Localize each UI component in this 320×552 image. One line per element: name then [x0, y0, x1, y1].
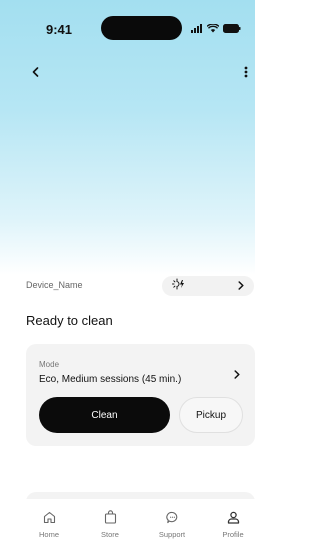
- back-button[interactable]: [28, 64, 42, 80]
- mode-card: Mode Eco, Medium sessions (45 min.) Clea…: [26, 344, 255, 446]
- tab-home-label: Home: [38, 530, 59, 539]
- more-options-button[interactable]: [241, 64, 251, 80]
- shopping-bag-icon: [104, 509, 117, 525]
- mode-select-button[interactable]: [232, 368, 242, 380]
- more-vertical-icon: [244, 66, 248, 78]
- chat-bubble-icon: [165, 509, 179, 525]
- tab-support-label: Support: [158, 530, 186, 539]
- system-icons: [191, 24, 241, 33]
- tab-support[interactable]: Support: [147, 509, 197, 539]
- tab-store[interactable]: Store: [85, 509, 135, 539]
- chevron-left-icon: [32, 67, 38, 77]
- robot-status-text: Ready to clean: [26, 313, 113, 328]
- charging-status-icon: [172, 277, 188, 295]
- device-status-pill[interactable]: [162, 276, 254, 296]
- chevron-right-icon: [238, 277, 244, 295]
- device-row: Device_Name: [26, 276, 255, 296]
- bottom-tab-bar: Home Store Support Profile: [0, 499, 255, 552]
- tab-profile-label: Profile: [222, 530, 244, 539]
- clean-button[interactable]: Clean: [39, 397, 170, 433]
- wifi-icon: [207, 24, 219, 33]
- device-name: Device_Name: [26, 280, 83, 290]
- user-icon: [227, 509, 240, 525]
- signal-icon: [191, 24, 203, 33]
- chevron-right-icon: [234, 369, 240, 379]
- battery-icon: [223, 24, 241, 33]
- tab-home[interactable]: Home: [24, 509, 74, 539]
- tab-profile[interactable]: Profile: [208, 509, 258, 539]
- status-time: 9:41: [46, 22, 73, 37]
- dynamic-island: [101, 16, 182, 40]
- mode-value: Eco, Medium sessions (45 min.): [39, 374, 182, 385]
- pickup-button[interactable]: Pickup: [179, 397, 243, 433]
- home-icon: [43, 509, 56, 525]
- mode-label: Mode: [39, 360, 60, 369]
- tab-store-label: Store: [101, 530, 119, 539]
- status-bar: 9:41: [0, 0, 255, 46]
